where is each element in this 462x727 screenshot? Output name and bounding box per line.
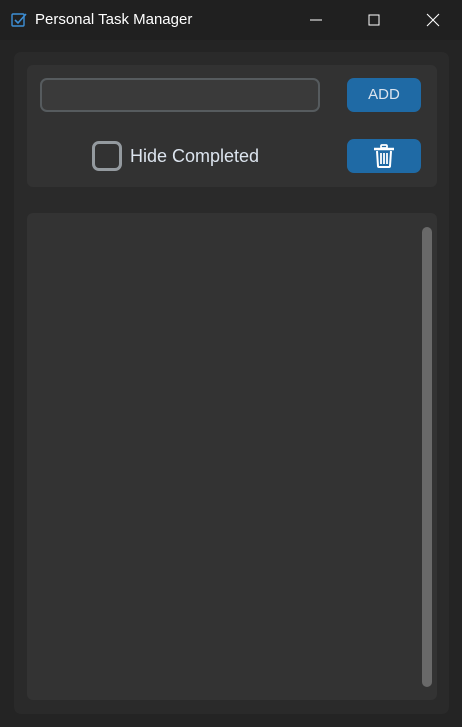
task-list[interactable] <box>27 213 437 700</box>
add-button[interactable]: ADD <box>347 78 421 112</box>
close-icon <box>426 13 440 27</box>
delete-button[interactable] <box>347 139 421 173</box>
hide-completed-checkbox[interactable] <box>92 141 122 171</box>
window-title: Personal Task Manager <box>35 11 193 28</box>
title-bar[interactable]: Personal Task Manager <box>0 0 462 40</box>
checkbox-icon <box>11 12 27 28</box>
hide-completed-label[interactable]: Hide Completed <box>130 146 259 167</box>
maximize-icon <box>368 14 380 26</box>
trash-icon <box>374 144 394 168</box>
task-input[interactable] <box>40 78 320 112</box>
app-window: Personal Task Manager ADD Hide Completed <box>0 0 462 727</box>
minimize-button[interactable] <box>293 0 339 40</box>
task-list-scrollbar[interactable] <box>422 227 432 687</box>
close-button[interactable] <box>410 0 456 40</box>
maximize-button[interactable] <box>351 0 397 40</box>
minimize-icon <box>310 19 322 21</box>
